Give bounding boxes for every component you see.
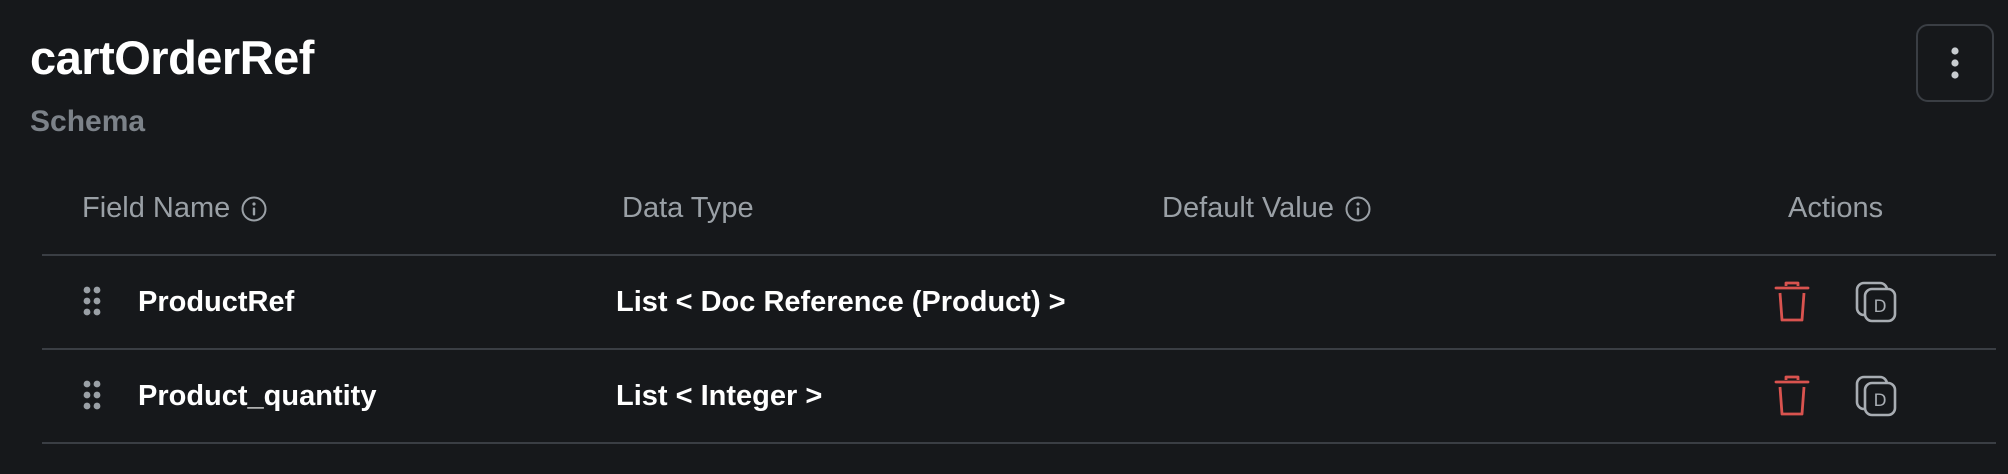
more-vertical-icon: [1951, 47, 1959, 79]
section-label: Schema: [30, 105, 146, 138]
info-icon[interactable]: [1344, 195, 1372, 223]
trash-icon: [1774, 281, 1810, 322]
field-data-type: List < Doc Reference (Product) >: [616, 286, 1066, 318]
header-field-name: Field Name: [82, 192, 268, 225]
header-field-name-label: Field Name: [82, 192, 231, 224]
header-default-value-label: Default Value: [1162, 192, 1334, 224]
more-options-button[interactable]: [1916, 24, 1994, 102]
header-default-value: Default Value: [1162, 192, 1372, 225]
duplicate-icon: D: [1855, 281, 1897, 323]
delete-field-button[interactable]: [1772, 280, 1812, 329]
field-name: ProductRef: [138, 286, 295, 318]
info-icon[interactable]: [240, 195, 268, 223]
schema-table: Field Name Data Type Default Value Actio…: [42, 170, 1996, 444]
svg-text:D: D: [1873, 391, 1886, 411]
duplicate-field-button[interactable]: D: [1854, 280, 1898, 329]
table-row: ProductRef List < Doc Reference (Product…: [42, 256, 1996, 350]
field-name: Product_quantity: [138, 380, 377, 412]
delete-field-button[interactable]: [1772, 374, 1812, 423]
page-title: cartOrderRef: [30, 31, 314, 84]
drag-handle-icon[interactable]: [82, 286, 102, 321]
header-data-type-label: Data Type: [622, 192, 754, 224]
trash-icon: [1774, 375, 1810, 416]
table-header: Field Name Data Type Default Value Actio…: [42, 170, 1996, 256]
drag-handle-icon[interactable]: [82, 380, 102, 415]
header-actions: Actions: [1788, 192, 1883, 225]
duplicate-icon: D: [1855, 375, 1897, 417]
svg-text:D: D: [1873, 297, 1886, 317]
header-actions-label: Actions: [1788, 192, 1884, 224]
table-row: Product_quantity List < Integer > D: [42, 350, 1996, 444]
duplicate-field-button[interactable]: D: [1854, 374, 1898, 423]
schema-page: cartOrderRef Schema Field Name Data Type: [0, 0, 2008, 474]
field-data-type: List < Integer >: [616, 380, 823, 412]
header-data-type: Data Type: [622, 192, 754, 225]
